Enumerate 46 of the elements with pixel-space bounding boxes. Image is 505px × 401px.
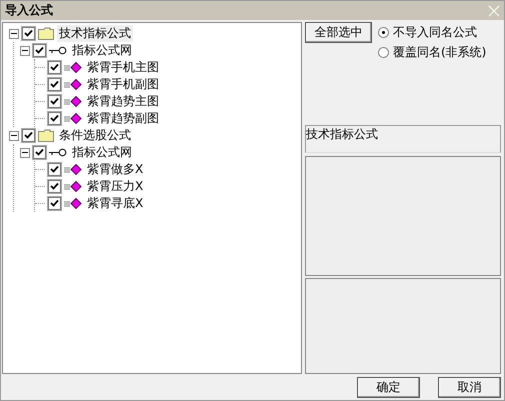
checkbox[interactable]: [48, 112, 61, 125]
collapse-icon[interactable]: [9, 130, 19, 140]
tree-item[interactable]: 紫霄寻底X: [85, 195, 146, 212]
radio-button[interactable]: [378, 47, 389, 58]
tree-item[interactable]: 指标公式网: [70, 144, 134, 161]
option-label[interactable]: 覆盖同名(非系统): [393, 44, 486, 61]
diamond-icon: [64, 181, 82, 192]
checkbox[interactable]: [33, 44, 46, 57]
checkbox[interactable]: [22, 129, 35, 142]
collapse-icon[interactable]: [9, 28, 19, 38]
tree-item[interactable]: 紫霄手机主图: [85, 59, 161, 76]
tree-item[interactable]: 技术指标公式: [57, 25, 133, 42]
tree-item[interactable]: 紫霄趋势副图: [85, 110, 161, 127]
window-title: 导入公式: [5, 2, 53, 19]
tree-item[interactable]: 条件选股公式: [57, 127, 133, 144]
tree-item[interactable]: 紫霄做多X: [85, 161, 146, 178]
checkbox[interactable]: [48, 197, 61, 210]
key-icon: [49, 148, 67, 157]
checkbox[interactable]: [22, 27, 35, 40]
collapse-icon[interactable]: [20, 148, 30, 158]
description-field: 技术指标公式: [305, 125, 501, 153]
diamond-icon: [64, 96, 82, 107]
radio-button[interactable]: [378, 27, 389, 38]
option-label[interactable]: 不导入同名公式: [393, 24, 477, 41]
checkbox[interactable]: [33, 146, 46, 159]
tree-item[interactable]: 紫霄手机副图: [85, 76, 161, 93]
checkbox[interactable]: [48, 61, 61, 74]
key-icon: [49, 46, 67, 55]
tree-item[interactable]: 紫霄压力X: [85, 178, 146, 195]
select-all-button[interactable]: 全部选中: [305, 22, 372, 43]
collapse-icon[interactable]: [20, 46, 30, 56]
tree-item[interactable]: 指标公式网: [70, 42, 134, 59]
dialog-button[interactable]: 取消: [438, 376, 501, 398]
checkbox[interactable]: [48, 95, 61, 108]
checkbox[interactable]: [48, 163, 61, 176]
folder-icon: [38, 129, 54, 142]
checkbox[interactable]: [48, 180, 61, 193]
diamond-icon: [64, 164, 82, 175]
diamond-icon: [64, 113, 82, 124]
diamond-icon: [64, 198, 82, 209]
tree-item[interactable]: 紫霄趋势主图: [85, 93, 161, 110]
dialog-button[interactable]: 确定: [357, 376, 420, 398]
checkbox[interactable]: [48, 78, 61, 91]
folder-icon: [38, 27, 54, 40]
diamond-icon: [64, 62, 82, 73]
diamond-icon: [64, 79, 82, 90]
